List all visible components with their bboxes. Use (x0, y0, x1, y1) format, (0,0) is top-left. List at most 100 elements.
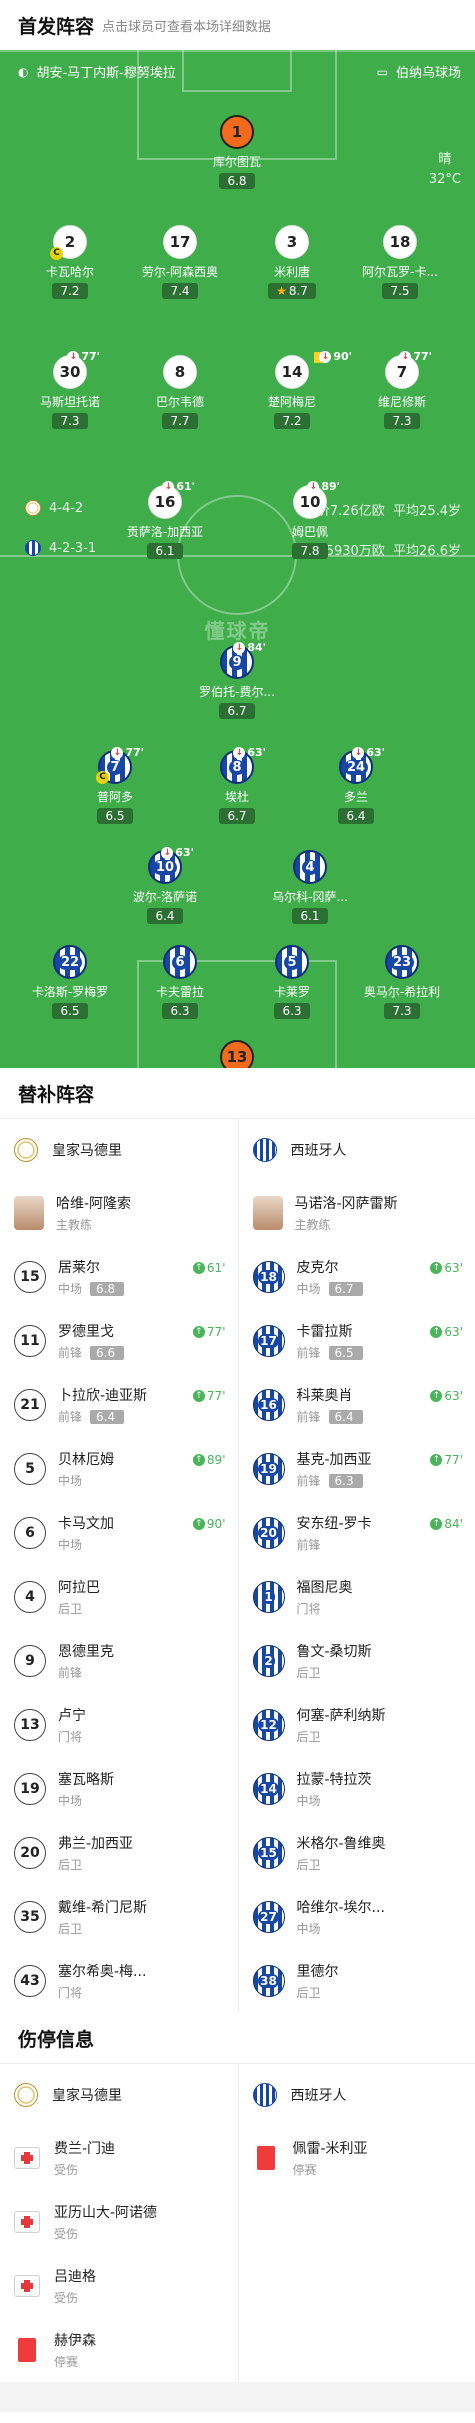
away-sub-row[interactable]: 12 何塞-萨利纳斯 后卫 (239, 1693, 475, 1757)
sub-position: 中场 (296, 1922, 321, 1936)
home-sub-row[interactable]: 35 戴维-希门尼斯 后卫 (0, 1885, 238, 1949)
player-rating: 6.1 (292, 908, 328, 924)
pitch: ◐ 胡安-马丁内斯-穆努埃拉 ▭ 伯纳乌球场 晴 32°C 懂球帝 4-4-2 身价… (0, 50, 475, 1068)
injury-player-name: 费兰-门迪 (54, 2141, 116, 2157)
home-player-8[interactable]: 7 ↓ 77' 维尼修斯 7.3 (342, 350, 462, 429)
home-sub-row[interactable]: 5 贝林厄姆 中场 ↑ 89' (0, 1437, 238, 1501)
home-sub-row[interactable]: 11 罗德里戈 前锋 6.6 ↑ 77' (0, 1309, 238, 1373)
sub-name: 拉蒙-特拉茨 (296, 1772, 372, 1788)
away-sub-row[interactable]: 2 鲁文-桑切斯 后卫 (239, 1629, 475, 1693)
away-sub-row[interactable]: 15 米格尔-鲁维奥 后卫 (239, 1821, 475, 1885)
home-player-9[interactable]: 16 ↓ 61' 贡萨洛-加西亚 6.1 (105, 480, 225, 559)
sub-info: 鲁文-桑切斯 后卫 (297, 1641, 372, 1681)
home-sub-row[interactable]: 6 卡马文加 中场 ↑ 90' (0, 1501, 238, 1565)
away-player-8[interactable]: 5 卡莱罗 6.3 (232, 945, 352, 1019)
away-sub-row[interactable]: 1 福图尼奥 门将 (239, 1565, 475, 1629)
away-sub-row[interactable]: 14 拉蒙-特拉茨 中场 (239, 1757, 475, 1821)
away-player-4[interactable]: 10 ↓ 63' 波尔-洛萨诺 6.4 (105, 846, 225, 924)
away-sub-row[interactable]: 17 卡雷拉斯 前锋 6.5 ↑ 63' (239, 1309, 475, 1373)
sub-in-icon: ↑ 63' (430, 1389, 463, 1403)
player-name: 米利唐 (273, 265, 310, 279)
sub-info: 哈维尔-埃尔... 中场 (297, 1897, 385, 1937)
home-sub-row[interactable]: 19 塞瓦略斯 中场 (0, 1757, 238, 1821)
home-player-10[interactable]: 10 ↓ 89' 姆巴佩 7.8 (250, 480, 370, 559)
sub-number: 20 (252, 1517, 285, 1549)
away-subs-column: 西班牙人 马诺洛-冈萨雷斯 主教练 18 皮克尔 中场 6.7 ↑ 63' 17 卡雷拉斯 前锋 6… (237, 1119, 475, 2013)
injury-row[interactable]: 吕迪格 受伤 (0, 2254, 238, 2318)
sub-position: 后卫 (58, 1602, 83, 1616)
away-player-10[interactable]: 13德米特罗维奇7.0 (177, 1040, 297, 1068)
home-sub-row[interactable]: 15 居莱尔 中场 6.8 ↑ 61' (0, 1245, 238, 1309)
player-number: 22 (53, 945, 87, 979)
home-player-7[interactable]: 14 ↓ 90' 楚阿梅尼 7.2 (232, 350, 352, 429)
home-player-4[interactable]: 18 阿尔瓦罗-卡... 7.5 (340, 225, 460, 299)
injury-row[interactable]: 亚历山大-阿诺德 受伤 (0, 2190, 238, 2254)
away-player-7[interactable]: 6 卡夫雷拉 6.3 (120, 945, 240, 1019)
home-player-1[interactable]: 2 C 卡瓦哈尔 7.2 (10, 225, 130, 299)
home-sub-row[interactable]: 13 卢宁 门将 (0, 1693, 238, 1757)
sub-name: 何塞-萨利纳斯 (296, 1708, 386, 1724)
home-player-3[interactable]: 3 米利唐 ★ 8.7 (232, 225, 352, 299)
lineup-header: 首发阵容 点击球员可查看本场详细数据 (0, 0, 475, 50)
away-player-5[interactable]: 4 乌尔科-冈萨... 6.1 (250, 850, 370, 924)
sub-name: 弗兰-加西亚 (58, 1836, 134, 1852)
away-team-row[interactable]: 西班牙人 (239, 1119, 475, 1181)
sub-number: 17 (252, 1325, 285, 1357)
sub-info: 戴维-希门尼斯 后卫 (58, 1897, 147, 1937)
sub-info: 阿拉巴 后卫 (58, 1577, 100, 1617)
injury-info: 赫伊森 停赛 (54, 2330, 96, 2370)
injury-row[interactable]: 费兰-门迪 受伤 (0, 2126, 238, 2190)
sub-position: 后卫 (296, 1730, 321, 1744)
first-aid-icon (14, 2275, 40, 2297)
home-player-0[interactable]: 1 库尔图瓦 6.8 (177, 115, 297, 189)
home-formation-text: 4-4-2 (49, 500, 84, 516)
home-player-6[interactable]: 8 巴尔韦德 7.7 (120, 355, 240, 429)
sub-name: 科莱奥肖 (296, 1388, 353, 1404)
sub-name: 阿拉巴 (58, 1580, 100, 1596)
sub-number: 19 (14, 1773, 46, 1805)
coach-info: 哈维-阿隆索 主教练 (56, 1193, 131, 1233)
away-player-0[interactable]: 9 ↓ 84' 罗伯托-费尔... 6.7 (177, 641, 297, 719)
away-player-2[interactable]: 8 ↓ 63' 埃杜 6.7 (177, 746, 297, 824)
home-team-row[interactable]: 皇家马德里 (0, 2064, 238, 2126)
player-rating: 6.4 (338, 808, 374, 824)
away-sub-row[interactable]: 27 哈维尔-埃尔... 中场 (239, 1885, 475, 1949)
away-coach-row[interactable]: 马诺洛-冈萨雷斯 主教练 (239, 1181, 475, 1245)
sub-number: 12 (252, 1709, 285, 1741)
injury-info: 佩雷-米利亚 停赛 (293, 2138, 368, 2178)
sub-position: 前锋 (58, 1666, 83, 1680)
sub-number: 15 (252, 1837, 285, 1869)
player-name: 卡夫雷拉 (155, 985, 204, 999)
home-team-row[interactable]: 皇家马德里 (0, 1119, 238, 1181)
away-sub-row[interactable]: 19 基克-加西亚 前锋 6.3 ↑ 77' (239, 1437, 475, 1501)
sub-rating: 6.6 (90, 1345, 125, 1360)
sub-info: 弗兰-加西亚 后卫 (58, 1833, 133, 1873)
away-player-1[interactable]: 7 C ↓ 77' 普阿多 6.5 (55, 746, 175, 824)
home-sub-row[interactable]: 21 卜拉欣-迪亚斯 前锋 6.4 ↑ 77' (0, 1373, 238, 1437)
player-name: 劳尔-阿森西奥 (141, 265, 219, 279)
home-sub-row[interactable]: 20 弗兰-加西亚 后卫 (0, 1821, 238, 1885)
away-team-row[interactable]: 西班牙人 (239, 2064, 475, 2126)
away-sub-row[interactable]: 18 皮克尔 中场 6.7 ↑ 63' (239, 1245, 475, 1309)
away-sub-row[interactable]: 20 安东纽-罗卡 前锋 ↑ 84' (239, 1501, 475, 1565)
sub-position: 中场 (58, 1474, 83, 1488)
away-player-3[interactable]: 24 ↓ 63' 多兰 6.4 (296, 746, 416, 824)
injury-row[interactable]: 佩雷-米利亚 停赛 (239, 2126, 475, 2190)
player-rating: 7.3 (384, 1003, 420, 1019)
home-player-2[interactable]: 17 劳尔-阿森西奥 7.4 (120, 225, 240, 299)
bottom-bar (0, 2382, 475, 2412)
away-player-6[interactable]: 22 卡洛斯-罗梅罗 6.5 (10, 945, 130, 1019)
away-sub-row[interactable]: 38 里德尔 后卫 (239, 1949, 475, 2013)
home-player-5[interactable]: 30 ↓ 77' 马斯坦托诺 7.3 (10, 350, 130, 429)
home-sub-row[interactable]: 4 阿拉巴 后卫 (0, 1565, 238, 1629)
home-sub-row[interactable]: 43 塞尔希奥-梅... 门将 (0, 1949, 238, 2013)
player-name: 奥马尔-希拉利 (363, 985, 441, 999)
home-sub-row[interactable]: 9 恩德里克 前锋 (0, 1629, 238, 1693)
away-player-9[interactable]: 23 奥马尔-希拉利 7.3 (342, 945, 462, 1019)
watermark: 懂球帝 (204, 619, 271, 643)
injury-row[interactable]: 赫伊森 停赛 (0, 2318, 238, 2382)
sub-position: 门将 (58, 1986, 83, 2000)
sub-info: 恩德里克 前锋 (58, 1641, 114, 1681)
away-sub-row[interactable]: 16 科莱奥肖 前锋 6.4 ↑ 63' (239, 1373, 475, 1437)
home-coach-row[interactable]: 哈维-阿隆索 主教练 (0, 1181, 238, 1245)
